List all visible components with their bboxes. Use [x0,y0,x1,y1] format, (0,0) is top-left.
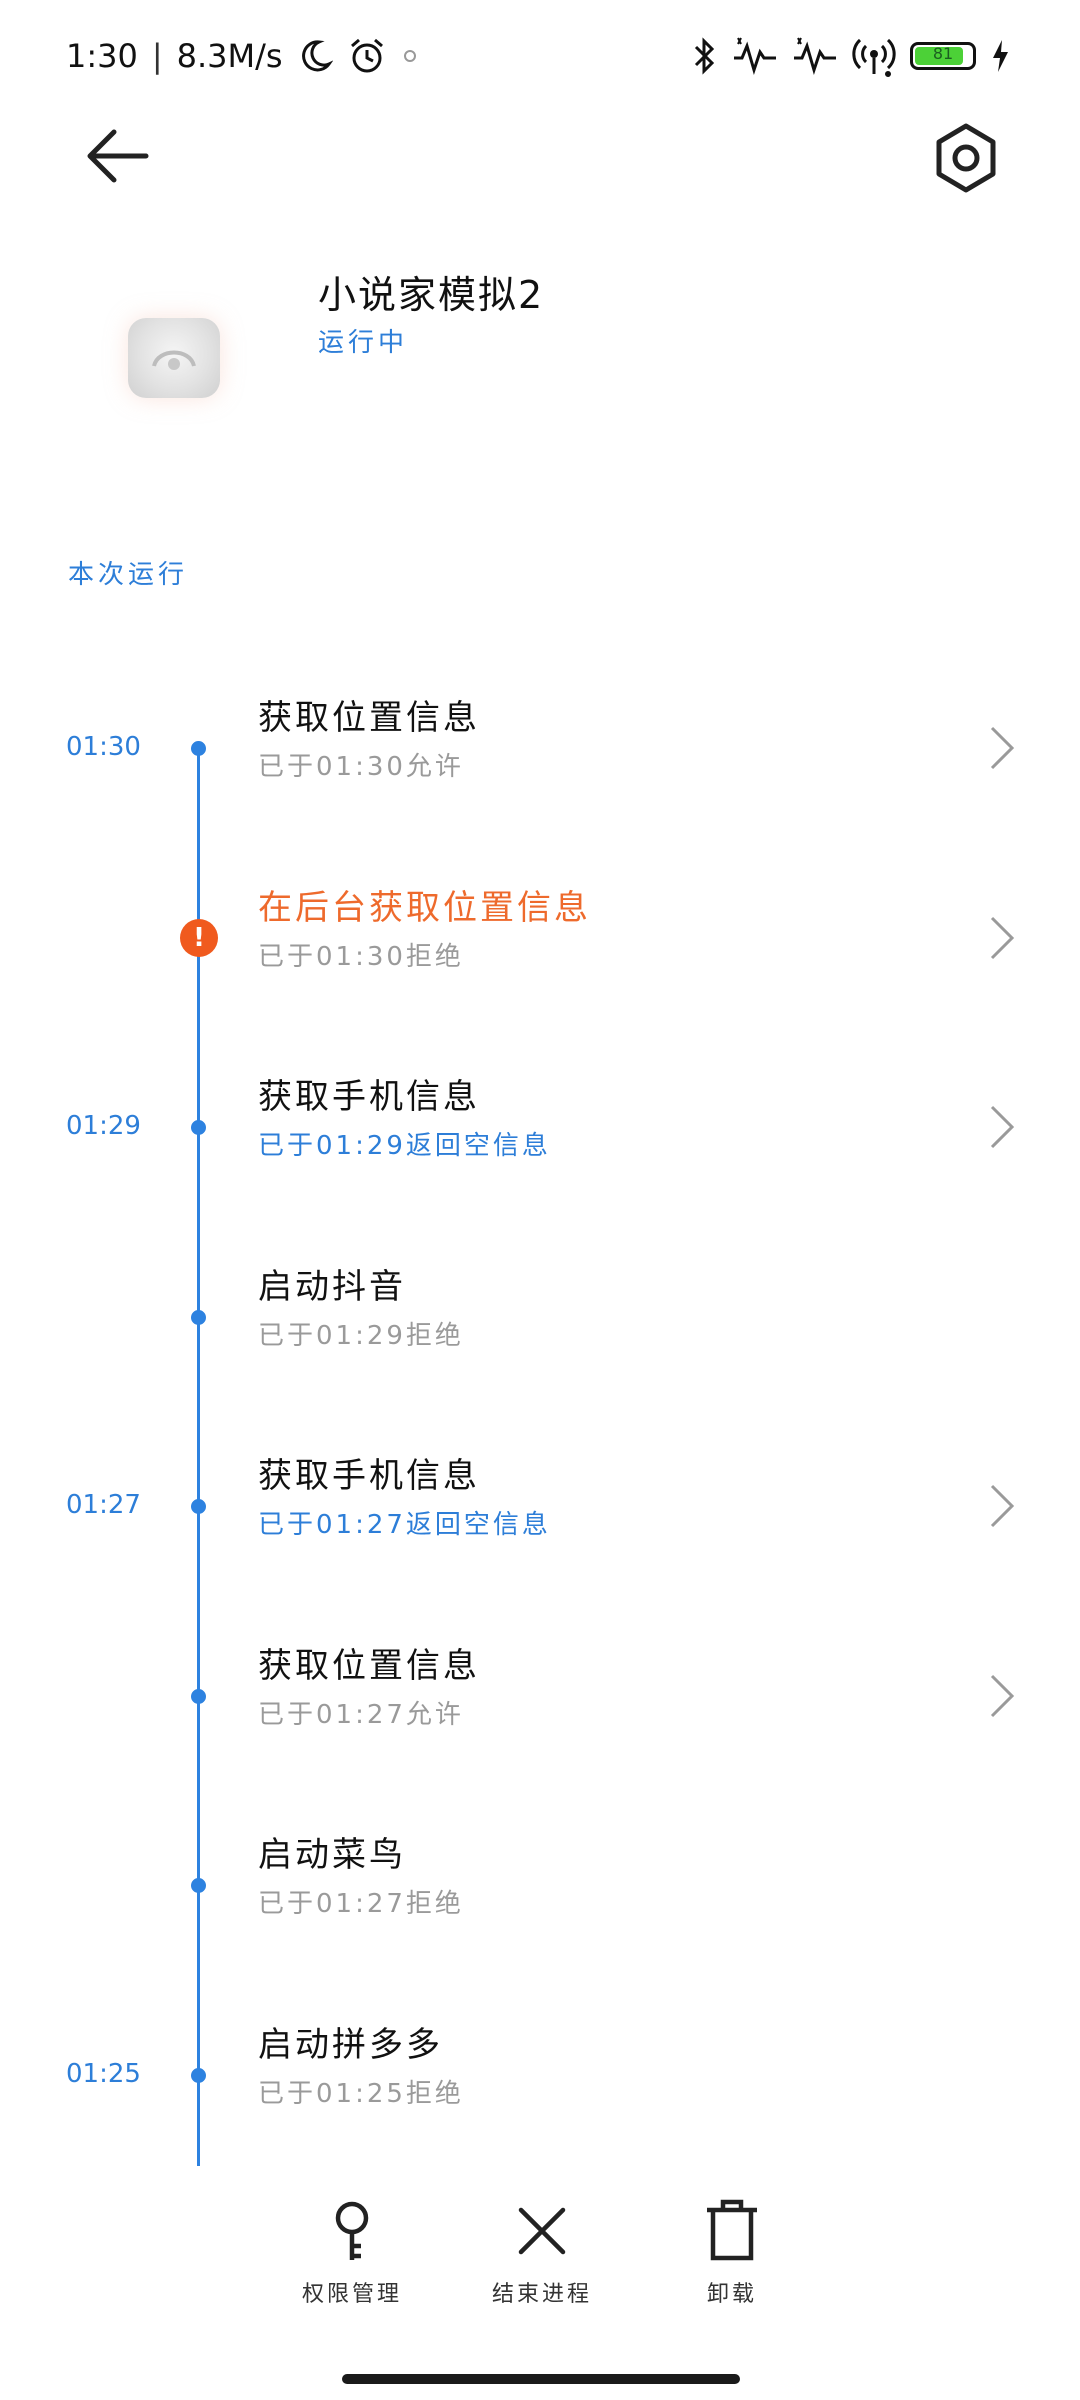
sync-dot-icon [403,50,416,62]
bottom-action-bar: 权限管理 结束进程 卸载 [0,2196,1080,2326]
signal-2-icon [794,37,836,76]
timeline-subtitle: 已于01:27允许 [258,1700,464,1730]
uninstall-button[interactable]: 卸载 [662,2196,802,2308]
timeline-time: 01:29 [66,1111,141,1141]
chevron-right-icon[interactable] [982,914,1022,962]
timeline-dot [191,1120,206,1135]
end-process-button[interactable]: 结束进程 [472,2196,612,2308]
chevron-right-icon[interactable] [982,1482,1022,1530]
status-net-speed: 8.3M/s [176,37,283,75]
charging-icon [993,40,1008,72]
status-left: 1:30 | 8.3M/s [66,36,419,76]
timeline-item[interactable]: 01:29 获取手机信息已于01:29返回空信息 [0,1069,1080,1189]
timeline-time: 01:27 [66,1490,141,1520]
timeline-title: 获取手机信息 [258,1456,480,1496]
timeline-item[interactable]: 01:30 获取位置信息已于01:30允许 [0,690,1080,810]
timeline-time: 01:30 [66,732,141,762]
battery-level: 81 [932,44,954,63]
timeline-subtitle: 已于01:29返回空信息 [258,1131,551,1161]
timeline-dot [191,741,206,756]
timeline-title: 启动拼多多 [258,2025,443,2065]
timeline-title: 获取位置信息 [258,698,480,738]
app-icon-image [152,350,196,370]
timeline-subtitle: 已于01:30允许 [258,752,464,782]
app-icon [128,318,220,398]
timeline-item: 启动菜鸟已于01:27拒绝 [0,1827,1080,1947]
app-name: 小说家模拟2 [318,273,545,317]
signal-icon [734,37,776,76]
section-title: 本次运行 [68,560,189,590]
timeline-dot [191,2068,206,2083]
timeline-subtitle: 已于01:25拒绝 [258,2079,464,2109]
timeline-title: 获取手机信息 [258,1077,480,1117]
app-status: 运行中 [318,328,409,358]
status-separator: | [151,37,163,75]
settings-icon [936,123,996,193]
timeline-dot [191,1499,206,1514]
timeline-subtitle: 已于01:27拒绝 [258,1889,464,1919]
moon-icon [301,40,333,72]
timeline-item[interactable]: 获取位置信息已于01:27允许 [0,1638,1080,1758]
status-right: 81 [692,34,1010,78]
timeline-title: 获取位置信息 [258,1646,480,1686]
close-icon [518,2207,566,2255]
timeline-subtitle: 已于01:30拒绝 [258,942,464,972]
timeline-dot [191,1310,206,1325]
battery-icon: 81 [910,42,976,70]
chevron-right-icon[interactable] [982,1103,1022,1151]
timeline-dot [191,1878,206,1893]
back-arrow-icon [87,129,149,183]
end-process-label: 结束进程 [491,2282,592,2307]
settings-button[interactable] [926,118,1006,198]
uninstall-label: 卸载 [706,2282,757,2307]
timeline-title: 启动抖音 [258,1267,406,1307]
home-indicator[interactable] [342,2374,740,2384]
timeline-dot [191,1689,206,1704]
timeline-item: 01:25 启动拼多多已于01:25拒绝 [0,2017,1080,2137]
trash-icon [707,2199,757,2261]
bluetooth-icon [694,37,715,75]
permission-manage-label: 权限管理 [301,2282,402,2307]
hotspot-icon [852,38,896,77]
timeline-title: 启动菜鸟 [258,1835,406,1875]
status-bar: 1:30 | 8.3M/s 81 [0,0,1080,118]
timeline-time: 01:25 [66,2059,141,2089]
permission-manage-button[interactable]: 权限管理 [282,2196,422,2308]
key-icon [335,2201,369,2260]
alarm-icon [350,38,383,73]
timeline-item[interactable]: ! 在后台获取位置信息已于01:30拒绝 [0,880,1080,1000]
back-button[interactable] [78,120,158,200]
timeline-subtitle: 已于01:27返回空信息 [258,1510,551,1540]
chevron-right-icon[interactable] [982,724,1022,772]
timeline-item: 启动抖音已于01:29拒绝 [0,1259,1080,1379]
timeline-subtitle: 已于01:29拒绝 [258,1321,464,1351]
timeline-item[interactable]: 01:27 获取手机信息已于01:27返回空信息 [0,1448,1080,1568]
status-time: 1:30 [66,37,138,75]
timeline-title: 在后台获取位置信息 [258,888,591,928]
warning-icon: ! [180,919,218,957]
chevron-right-icon[interactable] [982,1672,1022,1720]
